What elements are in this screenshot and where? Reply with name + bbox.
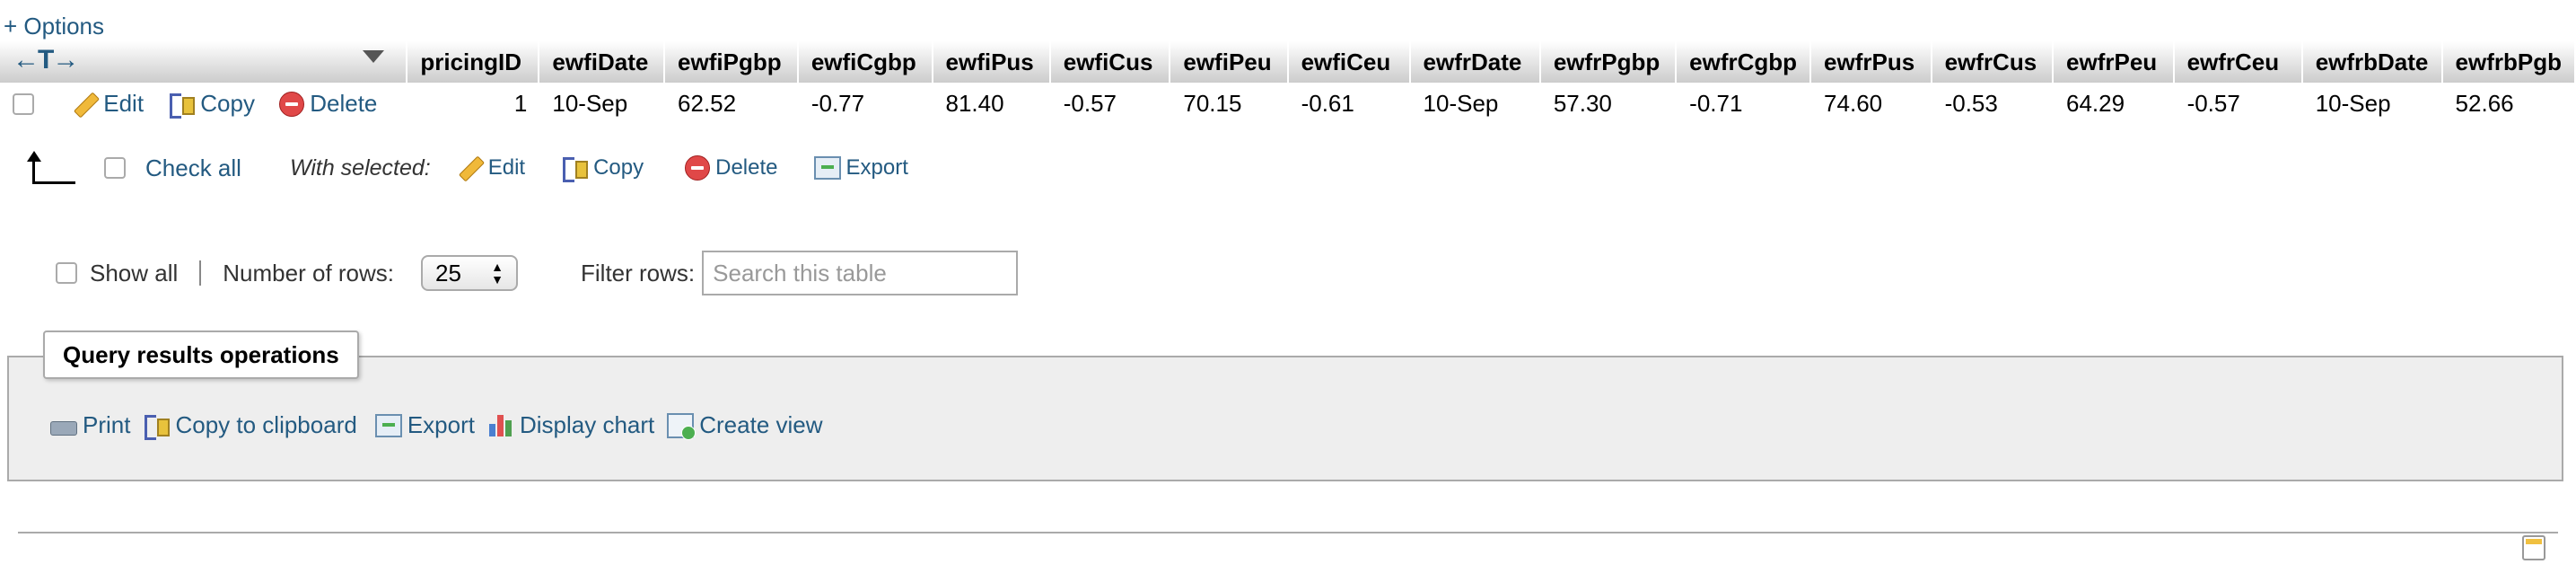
column-header[interactable]: ewfrPus (1811, 41, 1932, 83)
table-header-row: ←T→ pricingID ewfiDate ewfiPgbp ewfiCgbp… (0, 41, 2576, 83)
copy-icon (561, 155, 589, 182)
export-icon (374, 413, 402, 437)
table-cell[interactable]: -0.53 (1932, 83, 2054, 124)
pencil-icon (73, 92, 98, 117)
operations-links: Print Copy to clipboard Export Display c… (48, 411, 836, 440)
export-label: Export (407, 411, 475, 438)
pencil-icon (458, 155, 483, 181)
table-cell[interactable]: -0.71 (1677, 83, 1811, 124)
row-copy-label: Copy (200, 90, 255, 118)
console-toggle-icon[interactable] (2522, 535, 2545, 560)
bar-chart-icon (487, 413, 514, 438)
table-cell[interactable]: 64.29 (2054, 83, 2175, 124)
column-header[interactable]: ewfiCgbp (798, 41, 933, 83)
rows-per-page-value: 25 (435, 259, 461, 286)
print-link[interactable]: Print (48, 411, 130, 439)
options-link[interactable]: + Options (4, 13, 104, 40)
table-cell[interactable]: 62.52 (665, 83, 799, 124)
select-arrows-icon: ▲ ▼ (491, 260, 504, 286)
filter-rows-label: Filter rows: (581, 259, 696, 286)
copy-icon (168, 92, 196, 119)
table-cell[interactable]: 81.40 (933, 83, 1051, 124)
copy-icon (143, 413, 171, 440)
bulk-export-label: Export (846, 155, 908, 180)
table-cell[interactable]: 70.15 (1170, 83, 1288, 124)
bulk-export-button[interactable]: Export (813, 155, 908, 181)
bulk-delete-label: Delete (715, 155, 778, 180)
table-cell[interactable]: -0.77 (799, 83, 933, 124)
delete-icon (685, 155, 711, 181)
table-cell[interactable]: -0.57 (2175, 83, 2303, 124)
row-delete-link[interactable]: Delete (279, 90, 377, 118)
column-header[interactable]: ewfrDate (1410, 41, 1541, 83)
column-header[interactable]: ewfiPgbp (665, 41, 799, 83)
column-header[interactable]: ewfiCeu (1288, 41, 1411, 83)
column-header[interactable]: ewfrPgbp (1540, 41, 1678, 83)
copy-to-clipboard-link[interactable]: Copy to clipboard (143, 411, 357, 440)
display-chart-label: Display chart (519, 411, 655, 438)
bulk-edit-button[interactable]: Edit (458, 155, 525, 181)
bulk-delete-button[interactable]: Delete (685, 155, 778, 181)
column-header[interactable]: ewfrCgbp (1677, 41, 1812, 83)
print-label: Print (83, 411, 131, 438)
row-edit-link[interactable]: Edit (73, 90, 144, 118)
sort-dropdown-icon[interactable] (363, 50, 385, 63)
show-all-checkbox[interactable] (56, 262, 77, 284)
column-header[interactable]: ewfiDate (539, 41, 666, 83)
table-cell[interactable]: 57.30 (1541, 83, 1677, 124)
column-header[interactable]: ewfrCeu (2174, 41, 2303, 83)
filter-rows-input[interactable] (702, 251, 1019, 295)
operations-legend: Query results operations (43, 331, 359, 379)
rows-label: Number of rows: (223, 259, 395, 286)
rows-per-page-select[interactable]: 25 ▲ ▼ (421, 255, 519, 291)
column-controls-header: ←T→ (0, 41, 408, 83)
row-copy-link[interactable]: Copy (168, 90, 255, 119)
bulk-copy-button[interactable]: Copy (561, 155, 644, 182)
check-all-link[interactable]: Check all (145, 154, 241, 182)
table-cell[interactable]: 74.60 (1811, 83, 1932, 124)
delete-icon (279, 91, 305, 117)
column-header[interactable]: ewfrCus (1932, 41, 2055, 83)
column-sort-arrows-icon[interactable]: ←T→ (13, 45, 79, 75)
bulk-copy-label: Copy (593, 155, 644, 180)
copy-to-clipboard-label: Copy to clipboard (175, 411, 357, 438)
column-header[interactable]: ewfiPus (933, 41, 1051, 83)
column-header[interactable]: pricingID (407, 41, 540, 83)
table-navigation: Show all Number of rows: 25 ▲ ▼ Filter ro… (56, 248, 1019, 298)
table-cell[interactable]: -0.57 (1051, 83, 1171, 124)
table-cell[interactable]: 10-Sep (539, 83, 665, 124)
column-header[interactable]: ewfrbDate (2302, 41, 2443, 83)
results-table: ←T→ pricingID ewfiDate ewfiPgbp ewfiCgbp… (0, 41, 2576, 124)
create-view-link[interactable]: Create view (667, 411, 823, 440)
row-checkbox[interactable] (13, 93, 34, 115)
table-cell[interactable]: 1 (407, 83, 539, 124)
with-selected-bar: Check all With selected: Edit Copy Delet… (0, 147, 926, 189)
create-view-label: Create view (699, 411, 823, 438)
table-cell[interactable]: -0.61 (1289, 83, 1411, 124)
column-header[interactable]: ewfiPeu (1170, 41, 1289, 83)
check-all-checkbox[interactable] (104, 157, 126, 179)
printer-icon (48, 412, 77, 439)
bottom-divider (18, 532, 2558, 533)
table-cell[interactable]: 52.66 (2443, 83, 2576, 124)
bulk-edit-label: Edit (487, 155, 526, 180)
table-cell[interactable]: 10-Sep (2303, 83, 2443, 124)
with-selected-label: With selected: (289, 154, 431, 181)
table-cell[interactable]: 10-Sep (1411, 83, 1541, 124)
column-header[interactable]: ewfiCus (1050, 41, 1171, 83)
column-header[interactable]: ewfrbPgb (2442, 41, 2576, 83)
show-all-label[interactable]: Show all (90, 260, 178, 287)
table-row: Edit Copy Delete 1 10-Sep 62.52 -0.77 81… (0, 83, 2576, 124)
results-table-wrapper: ←T→ pricingID ewfiDate ewfiPgbp ewfiCgbp… (0, 41, 2576, 124)
column-header[interactable]: ewfrPeu (2054, 41, 2175, 83)
row-edit-label: Edit (103, 90, 145, 118)
divider (199, 260, 202, 286)
row-delete-label: Delete (310, 90, 378, 118)
row-actions-cell: Edit Copy Delete (0, 83, 407, 124)
display-chart-link[interactable]: Display chart (487, 411, 654, 439)
export-link[interactable]: Export (374, 411, 475, 439)
export-icon (813, 156, 841, 180)
create-view-icon (667, 412, 697, 440)
